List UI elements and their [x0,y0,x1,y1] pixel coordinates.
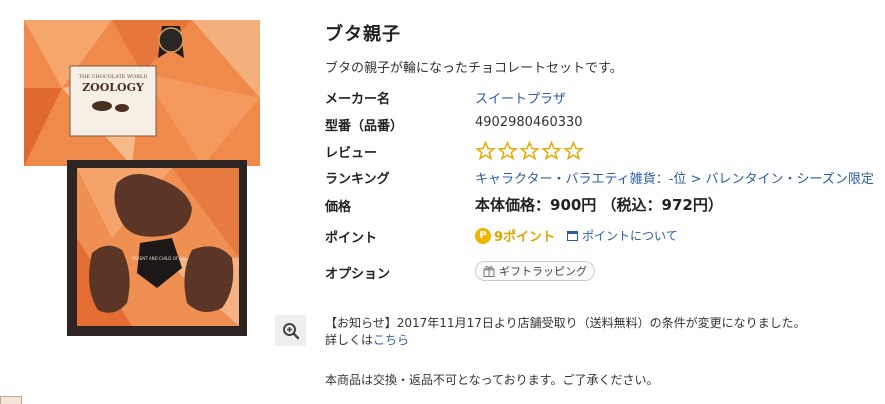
notice: 【お知らせ】2017年11月17日より店舗受取り（送料無料）の条件が変更になりま… [325,315,806,349]
option-label: オプション [325,267,391,282]
notice-prefix: 詳しくは [325,333,374,347]
box-brand-text: ZOOLOGY [82,81,144,94]
point-badge: P 9ポイント [475,226,555,245]
point-about-text: ポイントについて [582,229,678,243]
price-value: 本体価格：900円 （税込：972円） [475,196,723,214]
product-description: ブタの親子が輪になったチョコレートセットです。 [325,61,623,76]
product-image[interactable]: THE CHOCOLATE WORLD ZOOLOGY PARENT AND C… [22,18,262,338]
maker-link[interactable]: スイートプラザ [475,92,566,107]
gift-icon [483,266,495,277]
ranking-label: ランキング [325,172,390,187]
point-label: ポイント [325,231,378,246]
gift-wrapping-text: ギフトラッピング [499,265,587,278]
notice-link[interactable]: こちら [373,333,409,347]
star-empty-icon [519,141,540,161]
star-empty-icon [541,141,562,161]
star-empty-icon [563,141,584,161]
model-label: 型番（品番） [325,119,404,134]
insert-label-text: PARENT AND CHILD OF PIG [132,256,186,261]
box-subtitle-text: THE CHOCOLATE WORLD [79,74,148,80]
zoom-in-icon [282,322,299,339]
star-empty-icon [475,141,496,161]
notice-line: 【お知らせ】2017年11月17日より店舗受取り（送料無料）の条件が変更になりま… [325,316,806,330]
model-value: 4902980460330 [475,115,583,130]
zoom-button[interactable] [275,315,306,346]
gift-wrapping-option[interactable]: ギフトラッピング [475,261,595,281]
return-policy-text: 本商品は交換・返品不可となっております。ご了承ください。 [325,373,659,387]
window-icon [567,230,579,241]
point-coin-icon: P [475,227,491,244]
point-about-link[interactable]: ポイントについて [567,227,678,244]
ranking-link[interactable]: キャラクター・バラエティ雑貨：-位 > バレンタイン・シーズン限定 [475,172,874,187]
thumbnail[interactable] [0,396,22,404]
point-value: 9ポイント [494,230,556,245]
review-stars[interactable] [475,141,584,161]
maker-label: メーカー名 [325,92,391,107]
star-empty-icon [497,141,518,161]
price-label: 価格 [325,200,352,215]
product-title: ブタ親子 [325,24,401,45]
review-label: レビュー [325,146,378,161]
